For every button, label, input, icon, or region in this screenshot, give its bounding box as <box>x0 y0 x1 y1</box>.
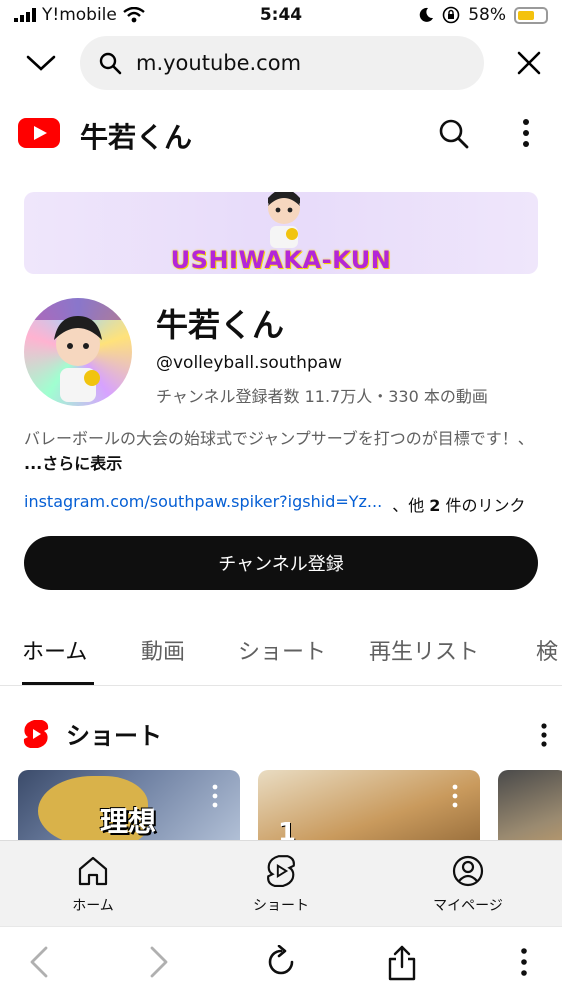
bottom-nav: ホーム ショート マイページ <box>0 840 562 926</box>
tab-search[interactable]: 検 <box>536 634 558 666</box>
tab-home[interactable]: ホーム <box>22 634 87 666</box>
shorts-icon <box>267 855 295 887</box>
browser-toolbar <box>0 926 562 1000</box>
more-icon[interactable] <box>516 945 532 979</box>
channel-handle: @volleyball.southpaw <box>156 353 343 373</box>
subscribe-button[interactable]: チャンネル登録 <box>24 536 538 590</box>
nav-mypage-label: マイページ <box>433 898 503 914</box>
banner-text: USHIWAKA-KUN <box>170 246 392 274</box>
channel-link[interactable]: instagram.com/southpaw.spiker?igshid=Yz.… <box>24 492 382 516</box>
more-vert-icon[interactable] <box>210 784 220 808</box>
channel-banner: USHIWAKA-KUN <box>24 192 538 274</box>
channel-links: instagram.com/southpaw.spiker?igshid=Yz.… <box>24 492 526 516</box>
status-bar: Y!mobile 5:44 58% <box>0 0 562 32</box>
description-text: バレーボールの大会の始球式でジャンプサーブを打つのが目標です！、 <box>24 429 534 448</box>
other-links[interactable]: 、他 2 件のリンク <box>392 492 525 516</box>
header-title: 牛若くん <box>80 121 193 154</box>
avatar-character-icon <box>24 298 132 402</box>
more-vert-icon[interactable] <box>514 116 538 150</box>
address-text: m.youtube.com <box>136 51 302 75</box>
browser-url-row: m.youtube.com <box>0 34 562 94</box>
more-vert-icon[interactable] <box>450 784 460 808</box>
chevron-down-icon[interactable] <box>24 50 58 74</box>
search-icon[interactable] <box>438 118 470 150</box>
nav-shorts-label: ショート <box>253 898 309 914</box>
short-overlay-text: 理想 <box>100 805 157 838</box>
shorts-shelf-header: ショート <box>0 712 562 756</box>
show-more-link[interactable]: ...さらに表示 <box>24 454 122 473</box>
nav-home-label: ホーム <box>72 898 114 914</box>
forward-icon[interactable] <box>146 945 172 979</box>
battery-percent: 58% <box>468 5 506 25</box>
tab-videos[interactable]: 動画 <box>141 634 185 666</box>
moon-icon <box>419 7 434 22</box>
channel-avatar[interactable] <box>24 298 132 406</box>
youtube-logo-icon[interactable] <box>18 118 60 148</box>
close-icon[interactable] <box>516 50 542 76</box>
more-vert-icon[interactable] <box>536 722 552 748</box>
active-tab-indicator <box>22 682 94 685</box>
channel-meta: チャンネル登録者数 11.7万人・330 本の動画 <box>156 387 488 406</box>
account-icon <box>452 855 484 887</box>
channel-name: 牛若くん <box>156 306 285 344</box>
channel-description[interactable]: バレーボールの大会の始球式でジャンプサーブを打つのが目標です！、 ...さらに表… <box>24 426 538 476</box>
channel-tabs: ホーム 動画 ショート 再生リスト 検 <box>0 616 562 686</box>
battery-icon <box>514 6 548 24</box>
youtube-header: 牛若くん <box>0 108 562 160</box>
reload-icon[interactable] <box>264 945 298 979</box>
share-icon[interactable] <box>386 945 418 981</box>
shorts-icon <box>23 720 49 748</box>
tab-shorts[interactable]: ショート <box>238 634 326 666</box>
back-icon[interactable] <box>26 945 52 979</box>
shorts-shelf-title: ショート <box>66 722 162 750</box>
banner-character-icon <box>268 192 300 248</box>
tab-playlists[interactable]: 再生リスト <box>369 634 479 666</box>
search-icon <box>99 52 122 75</box>
nav-shorts[interactable]: ショート <box>221 853 341 915</box>
home-icon <box>78 856 108 886</box>
orientation-lock-icon <box>442 6 460 24</box>
nav-home[interactable]: ホーム <box>33 853 153 915</box>
address-bar[interactable]: m.youtube.com <box>80 36 484 90</box>
nav-mypage[interactable]: マイページ <box>408 853 528 915</box>
